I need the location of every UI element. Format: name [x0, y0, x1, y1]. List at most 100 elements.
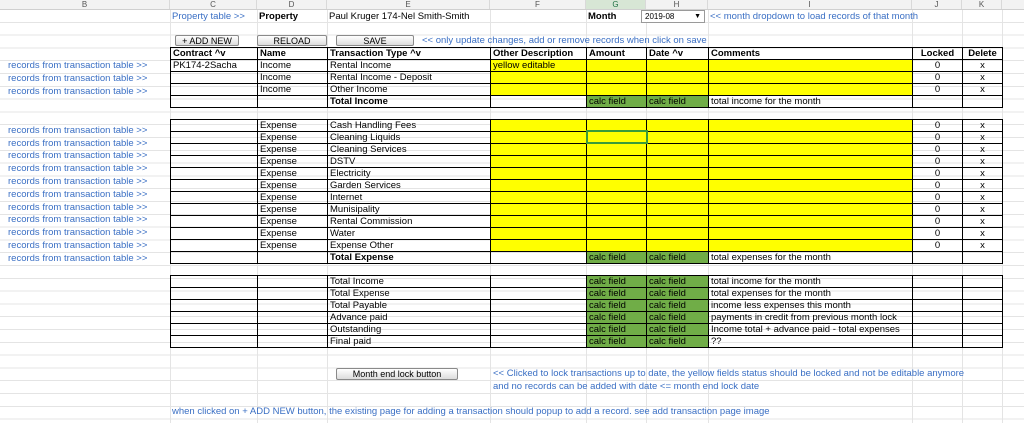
other-description-cell[interactable] — [490, 166, 587, 180]
records-link[interactable]: records from transaction table >> — [6, 163, 168, 175]
comments-cell[interactable] — [708, 202, 913, 216]
amount-cell[interactable] — [586, 71, 647, 84]
date-cell[interactable] — [646, 214, 709, 228]
comments-cell[interactable] — [708, 226, 913, 240]
other-description-cell[interactable] — [490, 118, 587, 132]
records-link[interactable]: records from transaction table >> — [6, 138, 168, 150]
amount-cell[interactable] — [585, 130, 648, 145]
comments-cell[interactable] — [708, 214, 913, 228]
other-description-cell[interactable] — [490, 142, 587, 156]
contract-cell[interactable] — [170, 238, 258, 252]
month-dropdown[interactable]: 2019-08 ▼ — [641, 10, 705, 23]
other-description-cell[interactable] — [490, 130, 587, 144]
records-link[interactable]: records from transaction table >> — [6, 150, 168, 162]
amount-cell[interactable] — [586, 226, 647, 240]
comments-cell[interactable] — [708, 142, 913, 156]
records-link[interactable]: records from transaction table >> — [6, 214, 168, 226]
delete-cell[interactable]: x — [962, 83, 1003, 96]
delete-cell[interactable]: x — [962, 190, 1003, 204]
records-link[interactable]: records from transaction table >> — [6, 227, 168, 239]
records-link[interactable]: records from transaction table >> — [6, 240, 168, 252]
amount-cell[interactable] — [586, 154, 647, 168]
comments-cell[interactable] — [708, 178, 913, 192]
other-description-cell[interactable] — [490, 154, 587, 168]
column-header-h[interactable]: H — [646, 0, 708, 9]
delete-cell[interactable]: x — [962, 142, 1003, 156]
other-description-cell[interactable] — [490, 71, 587, 84]
column-header-j[interactable]: J — [912, 0, 962, 9]
comments-cell[interactable] — [708, 118, 913, 132]
contract-cell[interactable] — [170, 178, 258, 192]
column-header-i[interactable]: I — [708, 0, 912, 9]
records-link[interactable]: records from transaction table >> — [6, 125, 168, 137]
amount-cell[interactable] — [586, 238, 647, 252]
contract-cell[interactable] — [170, 83, 258, 96]
other-description-cell[interactable] — [490, 190, 587, 204]
date-cell[interactable] — [646, 130, 709, 144]
records-link[interactable]: records from transaction table >> — [6, 202, 168, 214]
comments-cell[interactable] — [708, 83, 913, 96]
other-description-cell[interactable] — [490, 202, 587, 216]
contract-cell[interactable] — [170, 118, 258, 132]
contract-cell[interactable] — [170, 166, 258, 180]
comments-cell[interactable] — [708, 130, 913, 144]
amount-cell[interactable] — [586, 142, 647, 156]
date-cell[interactable] — [646, 226, 709, 240]
delete-cell[interactable]: x — [962, 238, 1003, 252]
delete-cell[interactable]: x — [962, 154, 1003, 168]
records-link[interactable]: records from transaction table >> — [6, 73, 168, 85]
header-contract[interactable]: Contract ^v — [170, 47, 258, 60]
date-cell[interactable] — [646, 238, 709, 252]
delete-cell[interactable]: x — [962, 202, 1003, 216]
other-description-cell[interactable] — [490, 226, 587, 240]
other-description-cell[interactable] — [490, 178, 587, 192]
comments-cell[interactable] — [708, 238, 913, 252]
date-cell[interactable] — [646, 166, 709, 180]
amount-cell[interactable] — [586, 118, 647, 132]
date-cell[interactable] — [646, 59, 709, 72]
column-header-f[interactable]: F — [490, 0, 586, 9]
contract-cell[interactable] — [170, 226, 258, 240]
date-cell[interactable] — [646, 71, 709, 84]
add-new-button[interactable]: + ADD NEW — [175, 35, 239, 46]
contract-cell[interactable] — [170, 71, 258, 84]
other-description-cell[interactable] — [490, 83, 587, 96]
contract-cell[interactable] — [170, 130, 258, 144]
header-date[interactable]: Date ^v — [646, 47, 709, 60]
column-header-k[interactable]: K — [962, 0, 1002, 9]
delete-cell[interactable]: x — [962, 226, 1003, 240]
month-end-lock-button[interactable]: Month end lock button — [336, 368, 458, 380]
amount-cell[interactable] — [586, 202, 647, 216]
amount-cell[interactable] — [586, 178, 647, 192]
amount-cell[interactable] — [586, 166, 647, 180]
date-cell[interactable] — [646, 202, 709, 216]
date-cell[interactable] — [646, 83, 709, 96]
column-header-c[interactable]: C — [170, 0, 257, 9]
date-cell[interactable] — [646, 178, 709, 192]
reload-button[interactable]: RELOAD — [257, 35, 327, 46]
date-cell[interactable] — [646, 190, 709, 204]
comments-cell[interactable] — [708, 154, 913, 168]
column-header-d[interactable]: D — [257, 0, 327, 9]
property-table-link[interactable]: Property table >> — [170, 11, 257, 23]
delete-cell[interactable]: x — [962, 214, 1003, 228]
column-header-b[interactable]: B — [0, 0, 170, 9]
delete-cell[interactable]: x — [962, 118, 1003, 132]
other-description-cell[interactable] — [490, 214, 587, 228]
records-link[interactable]: records from transaction table >> — [6, 176, 168, 188]
contract-cell[interactable] — [170, 154, 258, 168]
records-link[interactable]: records from transaction table >> — [6, 253, 168, 265]
date-cell[interactable] — [646, 154, 709, 168]
amount-cell[interactable] — [586, 59, 647, 72]
delete-cell[interactable]: x — [962, 59, 1003, 72]
column-header-g[interactable]: G — [586, 0, 646, 9]
comments-cell[interactable] — [708, 166, 913, 180]
chevron-down-icon[interactable]: ▼ — [694, 11, 701, 22]
column-header-e[interactable]: E — [327, 0, 490, 9]
comments-cell[interactable] — [708, 190, 913, 204]
delete-cell[interactable]: x — [962, 178, 1003, 192]
delete-cell[interactable]: x — [962, 130, 1003, 144]
delete-cell[interactable]: x — [962, 166, 1003, 180]
amount-cell[interactable] — [586, 190, 647, 204]
date-cell[interactable] — [646, 142, 709, 156]
